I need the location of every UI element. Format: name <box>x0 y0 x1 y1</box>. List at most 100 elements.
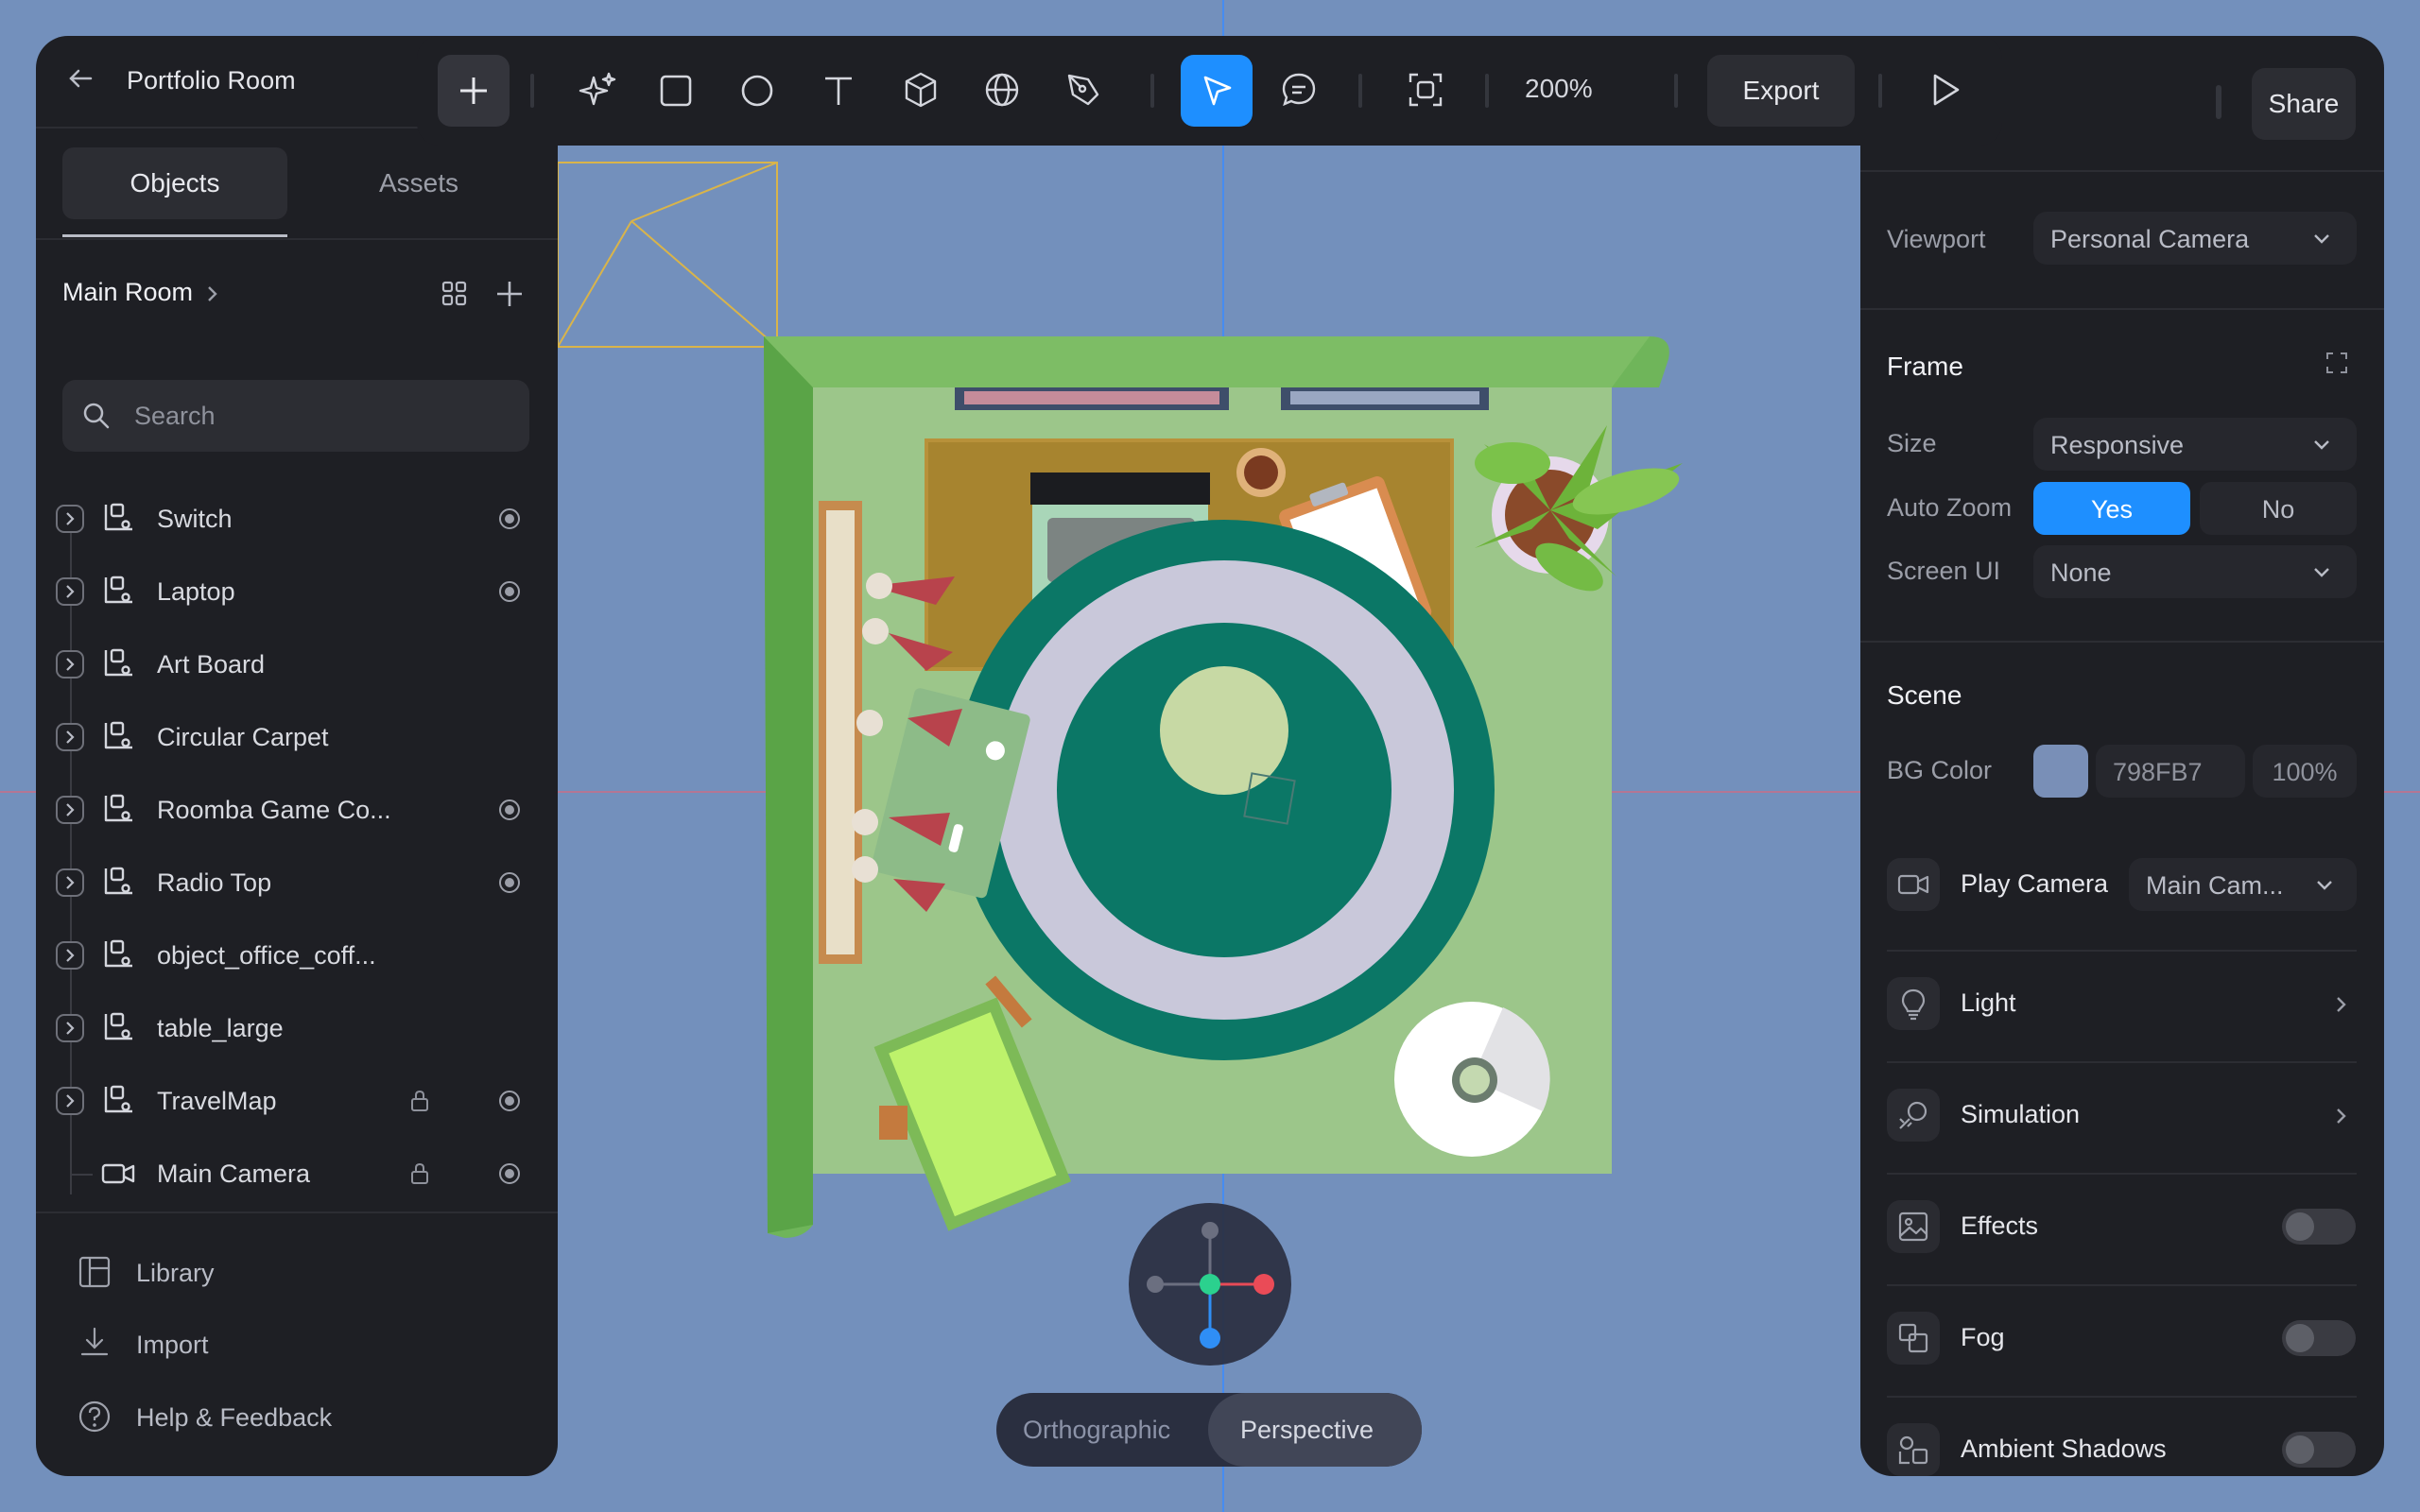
expand-chevron-icon[interactable] <box>55 1013 85 1043</box>
cube-tool[interactable] <box>901 70 941 110</box>
ai-sparkle-tool[interactable] <box>577 70 618 112</box>
screen-ui-select[interactable]: None <box>2033 545 2357 598</box>
bg-color-label: BG Color <box>1887 756 1993 784</box>
perspective-label: Perspective <box>1240 1416 1374 1444</box>
layer-list: Switch Laptop Art Board Circular Carpet Room… <box>36 486 558 1232</box>
room-model <box>764 336 1683 1238</box>
chevron-down-icon <box>2311 435 2332 455</box>
layer-label: Circular Carpet <box>157 723 329 751</box>
size-value: Responsive <box>2050 431 2185 459</box>
ambient-shadows-toggle[interactable] <box>2282 1432 2356 1468</box>
chevron-down-icon <box>2311 229 2332 249</box>
bg-color-opacity[interactable]: 100% <box>2253 745 2357 798</box>
visibility-icon[interactable] <box>497 798 522 822</box>
layer-row[interactable]: Radio Top <box>36 850 558 916</box>
layer-row[interactable]: object_office_coff... <box>36 922 558 988</box>
grid-view-icon[interactable] <box>441 280 469 308</box>
export-label: Export <box>1742 76 1820 105</box>
expand-chevron-icon[interactable] <box>55 795 85 825</box>
help-label: Help & Feedback <box>136 1403 333 1432</box>
chevron-right-icon <box>2333 1106 2350 1126</box>
fog-toggle[interactable] <box>2282 1320 2356 1356</box>
video-camera-icon <box>1896 868 1930 902</box>
footer-import[interactable]: Import <box>55 1317 338 1370</box>
comment-tool[interactable] <box>1279 70 1319 110</box>
perspective-option[interactable]: Perspective <box>1208 1393 1422 1467</box>
tab-objects-label: Objects <box>130 168 220 198</box>
viewport-select[interactable]: Personal Camera <box>2033 212 2357 265</box>
import-icon <box>78 1325 112 1359</box>
zoom-level[interactable]: 200% <box>1525 74 1593 104</box>
expand-chevron-icon[interactable] <box>55 504 85 534</box>
tab-assets-label: Assets <box>378 168 459 198</box>
bg-color-hex[interactable]: 798FB7 <box>2096 745 2245 798</box>
share-label: Share <box>2268 89 2340 118</box>
layer-label: Switch <box>157 505 233 533</box>
layer-row[interactable]: Roomba Game Co... <box>36 777 558 843</box>
export-button[interactable]: Export <box>1707 55 1855 127</box>
auto-zoom-yes[interactable]: Yes <box>2033 482 2190 535</box>
visibility-icon[interactable] <box>497 579 522 604</box>
auto-zoom-no-label: No <box>2261 495 2295 524</box>
lock-icon[interactable] <box>408 1161 431 1186</box>
camera-frustum <box>557 162 778 348</box>
layer-label: TravelMap <box>157 1087 277 1115</box>
bg-color-opacity-value: 100% <box>2272 758 2338 786</box>
layer-row[interactable]: Art Board <box>36 631 558 697</box>
back-arrow-icon[interactable] <box>64 62 96 94</box>
orthographic-label: Orthographic <box>1023 1416 1171 1444</box>
ellipse-tool[interactable] <box>738 72 776 110</box>
tab-assets[interactable]: Assets <box>306 147 531 219</box>
auto-zoom-yes-label: Yes <box>2090 495 2134 524</box>
expand-chevron-icon[interactable] <box>55 576 85 607</box>
lock-icon[interactable] <box>408 1089 431 1113</box>
plus-icon <box>457 74 491 108</box>
main-toolbar: 200% Export <box>417 36 2002 146</box>
simulation-icon <box>1896 1098 1930 1132</box>
simulation-row[interactable]: Simulation <box>1860 1089 2384 1145</box>
footer-help[interactable]: Help & Feedback <box>55 1390 357 1443</box>
rectangle-tool[interactable] <box>657 72 695 110</box>
add-icon[interactable] <box>493 278 526 310</box>
share-button[interactable]: Share <box>2252 68 2356 140</box>
chevron-right-icon <box>204 284 221 304</box>
select-tool[interactable] <box>1181 55 1253 127</box>
layer-row[interactable]: Circular Carpet <box>36 704 558 770</box>
play-icon[interactable] <box>1926 70 1965 110</box>
auto-zoom-label: Auto Zoom <box>1887 493 2013 522</box>
layer-row[interactable]: Laptop <box>36 558 558 625</box>
visibility-icon[interactable] <box>497 870 522 895</box>
visibility-icon[interactable] <box>497 507 522 531</box>
orthographic-option[interactable]: Orthographic <box>996 1393 1208 1467</box>
expand-icon[interactable] <box>2324 350 2350 376</box>
layer-row[interactable]: Main Camera <box>36 1141 558 1207</box>
play-camera-select[interactable]: Main Cam... <box>2129 858 2357 911</box>
expand-chevron-icon[interactable] <box>55 940 85 971</box>
visibility-icon[interactable] <box>497 1161 522 1186</box>
size-select[interactable]: Responsive <box>2033 418 2357 471</box>
expand-chevron-icon[interactable] <box>55 1086 85 1116</box>
tab-objects[interactable]: Objects <box>62 147 287 219</box>
play-camera-value: Main Cam... <box>2146 871 2284 900</box>
expand-chevron-icon[interactable] <box>55 868 85 898</box>
layer-row[interactable]: table_large <box>36 995 558 1061</box>
frame-focus-tool[interactable] <box>1406 70 1445 110</box>
add-button[interactable] <box>438 55 510 127</box>
light-row[interactable]: Light <box>1860 977 2384 1034</box>
layer-row[interactable]: TravelMap <box>36 1068 558 1134</box>
visibility-icon[interactable] <box>497 1089 522 1113</box>
layer-row[interactable]: Switch <box>36 486 558 552</box>
text-tool[interactable] <box>820 72 857 110</box>
footer-library[interactable]: Library <box>55 1246 338 1298</box>
search-field[interactable]: Search <box>62 380 529 452</box>
expand-chevron-icon[interactable] <box>55 722 85 752</box>
image-icon <box>1896 1210 1930 1244</box>
group-icon <box>100 574 136 610</box>
pen-tool[interactable] <box>1063 70 1103 110</box>
effects-toggle[interactable] <box>2282 1209 2356 1245</box>
breadcrumb[interactable]: Main Room <box>62 272 251 314</box>
expand-chevron-icon[interactable] <box>55 649 85 679</box>
auto-zoom-no[interactable]: No <box>2200 482 2357 535</box>
sphere-tool[interactable] <box>982 70 1022 110</box>
bg-color-swatch[interactable] <box>2033 745 2088 798</box>
